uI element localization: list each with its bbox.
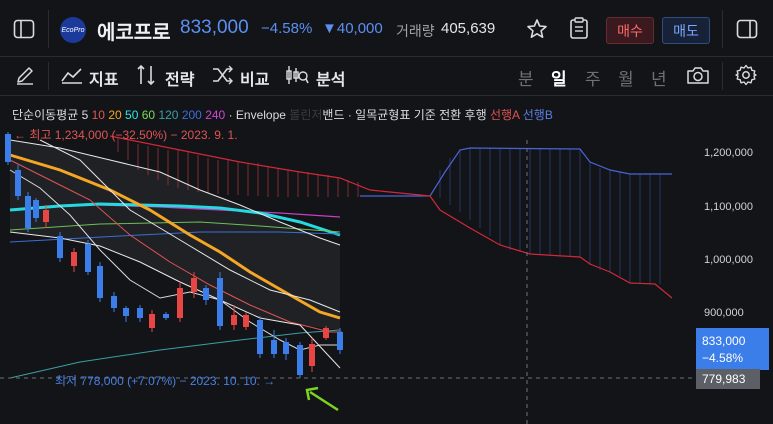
- gear-icon[interactable]: [735, 64, 757, 86]
- symbol-header: EcoPro 에코프로 833,000 −4.58% ▼40,000 거래량 4…: [0, 0, 773, 57]
- indicator-legend: 단순이동평균 5 10 20 50 60 120 200 240 · Envel…: [12, 106, 553, 123]
- ma-legend-240: 240: [205, 108, 226, 122]
- strategy-icon: [136, 64, 158, 86]
- period-month[interactable]: 월: [618, 65, 634, 90]
- change-percent: −4.58%: [261, 20, 313, 37]
- axis-tick-1200000: 1,200,000: [704, 147, 753, 159]
- ma-120-line: [9, 329, 341, 379]
- volume-value: 405,639: [441, 20, 496, 37]
- analysis-button[interactable]: 분석: [316, 66, 345, 90]
- envelope-legend: · Envelope: [228, 108, 286, 122]
- span-b-line: [360, 147, 672, 197]
- divider: [48, 10, 49, 48]
- ma-legend-200: 200: [181, 108, 202, 122]
- ecopro-logo-icon: EcoPro: [60, 17, 86, 43]
- last-price-value: 833,000: [702, 334, 746, 348]
- band-legend-suffix: 밴드: [322, 108, 345, 122]
- future-cloud: [439, 148, 661, 284]
- period-year[interactable]: 년: [651, 65, 667, 90]
- analysis-icon: [285, 64, 309, 86]
- ma-legend-120: 120: [158, 108, 179, 122]
- period-week[interactable]: 주: [585, 65, 601, 90]
- period-minute[interactable]: 분: [518, 65, 534, 90]
- change-amount: ▼40,000: [322, 20, 383, 37]
- divider: [722, 62, 723, 90]
- current-price: 833,000: [180, 17, 249, 38]
- axis-tick-900000: 900,000: [704, 307, 744, 319]
- volume-label: 거래량: [396, 23, 435, 39]
- ichimoku-legend: · 일목균형표 기준 전환 후행: [347, 108, 487, 122]
- high-price-note: ← 최고 1,234,000 (−32.50%) − 2023. 9. 1.: [14, 128, 238, 142]
- ma-legend-10: 10: [91, 108, 105, 122]
- compare-button[interactable]: 비교: [240, 66, 269, 90]
- annotation-arrow: [305, 386, 339, 412]
- ma-legend-50: 50: [125, 108, 139, 122]
- last-price-badge: 833,000 −4.58%: [696, 328, 769, 370]
- ma-legend-20: 20: [108, 108, 122, 122]
- span-a-legend: 선행A: [489, 108, 520, 122]
- ma-legend-label: 단순이동평균: [12, 108, 79, 122]
- span-b-legend: 선행B: [522, 108, 553, 122]
- indicator-button[interactable]: 지표: [89, 66, 118, 90]
- ma-legend-5: 5: [81, 108, 89, 122]
- last-price-change: −4.58%: [702, 351, 744, 365]
- axis-tick-1000000: 1,000,000: [704, 254, 753, 266]
- crosshair-price-badge: 779,983: [696, 369, 760, 389]
- band-legend: 볼린저: [289, 108, 323, 122]
- ma-legend-60: 60: [141, 108, 156, 122]
- compare-icon: [212, 65, 234, 85]
- strategy-button[interactable]: 전략: [165, 66, 194, 90]
- camera-icon[interactable]: [686, 64, 710, 86]
- period-day[interactable]: 일: [551, 65, 567, 90]
- divider: [722, 10, 723, 48]
- star-icon[interactable]: [526, 18, 548, 40]
- low-price-note: 최저 778,000 (+7.07%) − 2023. 10. 10. →: [55, 374, 276, 388]
- divider: [48, 62, 49, 90]
- sell-button[interactable]: 매도: [662, 17, 710, 44]
- sidebar-left-icon[interactable]: [12, 18, 36, 40]
- indicator-icon: [61, 66, 83, 84]
- clipboard-icon[interactable]: [568, 16, 590, 40]
- axis-tick-1100000: 1,100,000: [704, 201, 753, 213]
- sidebar-right-icon[interactable]: [735, 18, 759, 40]
- buy-button[interactable]: 매수: [606, 17, 654, 44]
- pencil-icon[interactable]: [14, 64, 36, 86]
- symbol-name[interactable]: 에코프로: [97, 16, 171, 45]
